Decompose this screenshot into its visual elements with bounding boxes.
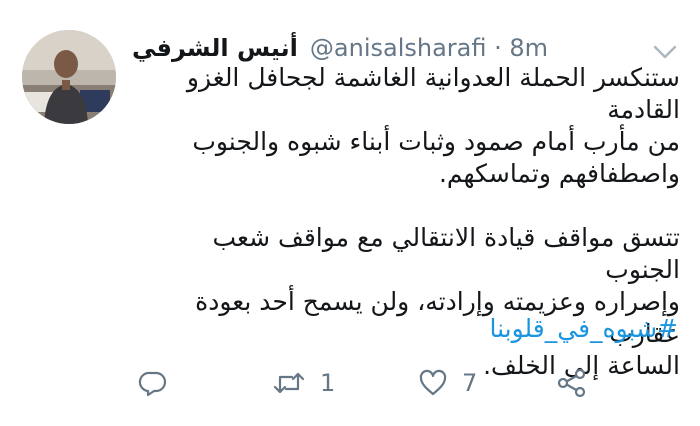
tweet[interactable]: أنيس الشرفي @anisalsharafi · 8m ستنكسر ا…	[0, 0, 700, 426]
retweet-icon	[273, 372, 305, 394]
author-name[interactable]: أنيس الشرفي	[132, 34, 298, 62]
hashtag-link[interactable]: #شبوه_في_قلوبنا	[489, 314, 678, 343]
reply-icon	[138, 371, 167, 397]
action-bar: 1 7	[0, 360, 700, 410]
tweet-paragraph-2: تتسق مواقف قيادة الانتقالي مع مواقف شعب …	[150, 222, 680, 382]
tweet-paragraph-1: ستنكسر الحملة العدوانية الغاشمة لجحافل ا…	[150, 62, 680, 190]
avatar-image	[22, 30, 116, 124]
share-button[interactable]	[556, 368, 588, 398]
tweet-time[interactable]: 8m	[509, 34, 548, 62]
heart-icon	[419, 369, 447, 396]
tweet-header: أنيس الشرفي @anisalsharafi · 8m	[132, 34, 548, 62]
retweet-count: 1	[320, 369, 336, 397]
share-icon	[557, 368, 586, 398]
tweet-line: ستنكسر الحملة العدوانية الغاشمة لجحافل ا…	[186, 63, 680, 124]
time-separator: ·	[494, 34, 502, 62]
like-count: 7	[462, 369, 478, 397]
tweet-line: من مأرب أمام صمود وثبات أبناء شبوه والجن…	[192, 127, 680, 156]
handle-text: @anisalsharafi	[309, 34, 487, 62]
chevron-down-icon[interactable]	[652, 44, 678, 60]
like-button[interactable]: 7	[418, 368, 477, 398]
reply-button[interactable]	[138, 368, 168, 398]
tweet-line: تتسق مواقف قيادة الانتقالي مع مواقف شعب …	[212, 223, 680, 284]
retweet-button[interactable]: 1	[272, 368, 335, 398]
avatar[interactable]	[22, 30, 116, 124]
tweet-line: واصطفافهم وتماسكهم.	[438, 159, 680, 188]
author-handle[interactable]: @anisalsharafi · 8m	[310, 34, 548, 62]
